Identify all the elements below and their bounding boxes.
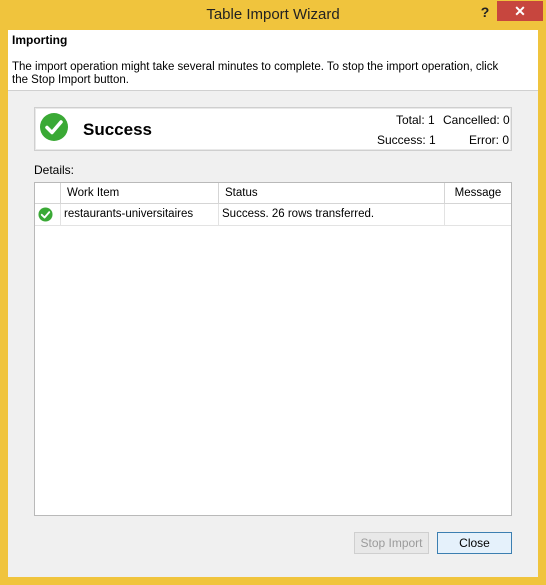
column-header-work-item[interactable]: Work Item bbox=[61, 183, 219, 203]
details-label: Details: bbox=[34, 163, 75, 177]
help-button[interactable]: ? bbox=[474, 2, 496, 22]
close-window-button[interactable]: ✕ bbox=[497, 1, 543, 21]
page-description: The import operation might take several … bbox=[12, 61, 499, 86]
message-cell bbox=[445, 204, 511, 225]
dialog-body: Importing The import operation might tak… bbox=[8, 30, 538, 577]
table-header: Work Item Status Message bbox=[35, 183, 511, 204]
page-title: Importing bbox=[12, 33, 68, 47]
window-title: Table Import Wizard bbox=[206, 6, 340, 23]
status-cell: Success. 26 rows transferred. bbox=[219, 204, 445, 225]
work-item-cell: restaurants-universitaires bbox=[61, 204, 219, 225]
error-count: Error: 0 bbox=[469, 133, 510, 147]
close-button[interactable]: Close bbox=[437, 532, 512, 554]
cancelled-count: Cancelled: 0 bbox=[443, 113, 510, 127]
row-status-icon-cell bbox=[35, 204, 61, 225]
status-text: Success bbox=[83, 120, 152, 139]
column-header-message[interactable]: Message bbox=[445, 183, 511, 203]
success-check-icon bbox=[38, 207, 53, 222]
table-row[interactable]: restaurants-universitaires Success. 26 r… bbox=[35, 204, 511, 226]
success-count: Success: 1 bbox=[377, 133, 436, 147]
import-summary-panel: Success Total: 1 Cancelled: 0 Success: 1… bbox=[34, 107, 512, 151]
wizard-header: Importing The import operation might tak… bbox=[8, 30, 538, 91]
stop-import-button[interactable]: Stop Import bbox=[354, 532, 429, 554]
title-bar[interactable]: Table Import Wizard ? ✕ bbox=[0, 0, 546, 30]
icon-column-header[interactable] bbox=[35, 183, 61, 203]
table-import-wizard-window: Table Import Wizard ? ✕ Importing The im… bbox=[0, 0, 546, 585]
success-check-icon bbox=[40, 113, 68, 141]
details-table[interactable]: Work Item Status Message restaurants-uni… bbox=[34, 182, 512, 516]
total-count: Total: 1 bbox=[396, 113, 435, 127]
column-header-status[interactable]: Status bbox=[219, 183, 445, 203]
